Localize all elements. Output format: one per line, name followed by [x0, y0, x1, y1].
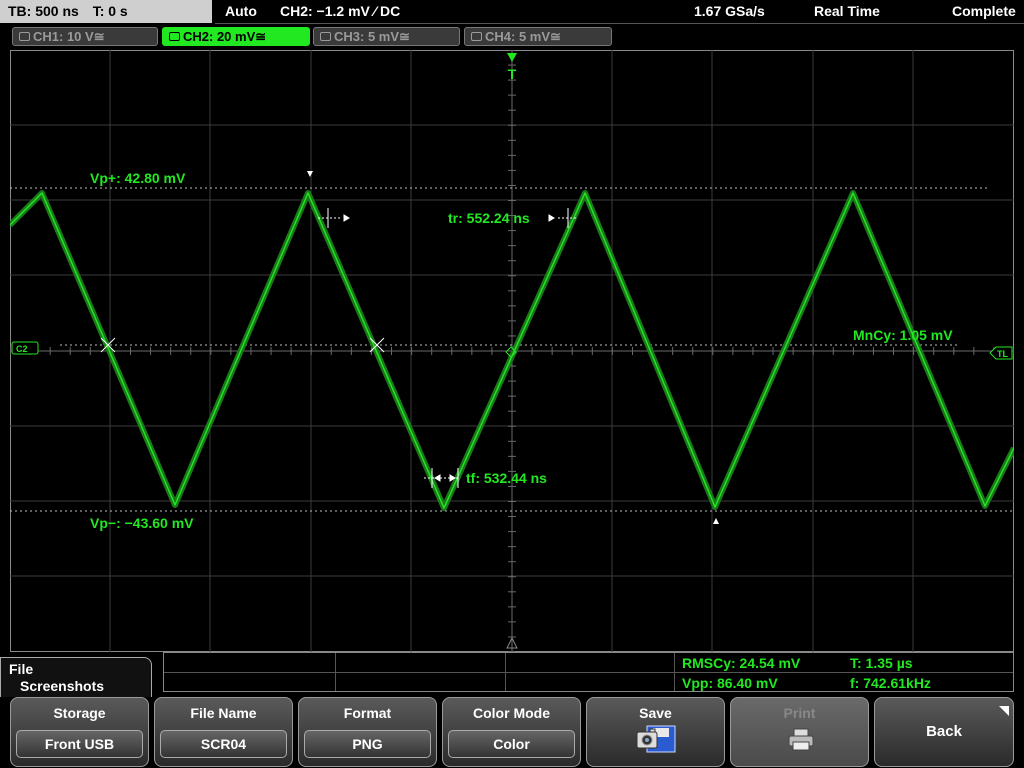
ch2-reference-marker[interactable]: C2 [11, 341, 39, 355]
vpp-value: Vpp: 86.40 mV [682, 675, 778, 691]
panel-divider [164, 672, 1013, 673]
corner-arrow-icon [999, 706, 1009, 716]
fall-time-label: tf: 532.44 ns [466, 470, 547, 486]
tab-ch3[interactable]: CH3: 5 mV≅ [313, 27, 460, 46]
menu-title-line2: Screenshots [20, 678, 105, 694]
tab-ch3-label: CH3: 5 mV≅ [334, 29, 410, 44]
rise-time-label: tr: 552.24 ns [448, 210, 530, 226]
print-label: Print [783, 705, 816, 721]
channel-indicator-icon [471, 32, 482, 42]
menu-title-line1: File [9, 661, 34, 677]
back-label: Back [926, 723, 962, 740]
color-mode-label: Color Mode [473, 705, 550, 721]
trigger-level-label: TL [997, 349, 1008, 359]
storage-softkey[interactable]: Storage Front USB [10, 697, 149, 767]
save-button[interactable]: Save [586, 697, 725, 767]
acquisition-state: Complete [952, 3, 1016, 19]
mean-cycle-label: MnCy: 1.05 mV [853, 327, 953, 343]
trigger-info[interactable]: CH2: −1.2 mV ⁄ DC [280, 3, 400, 19]
file-name-value[interactable]: SCR04 [160, 730, 287, 758]
measurement-panel: RMSCy: 24.54 mV T: 1.35 µs Vpp: 86.40 mV… [163, 652, 1014, 692]
status-bar: TB: 500 ns T: 0 s Auto CH2: −1.2 mV ⁄ DC… [0, 0, 1024, 24]
menu-title: File Screenshots [0, 657, 152, 697]
format-label: Format [343, 705, 392, 721]
acquisition-mode: Real Time [814, 3, 880, 19]
storage-value[interactable]: Front USB [16, 730, 143, 758]
tab-ch1-label: CH1: 10 V≅ [33, 29, 105, 44]
frequency-value: f: 742.61kHz [850, 675, 931, 691]
file-name-softkey[interactable]: File Name SCR04 [154, 697, 293, 767]
channel-indicator-icon [19, 32, 30, 42]
vp-minus-label: Vp−: −43.60 mV [90, 515, 194, 531]
timebase-value: TB: 500 ns [8, 3, 79, 19]
storage-label: Storage [53, 705, 106, 721]
format-value[interactable]: PNG [304, 730, 431, 758]
trigger-mode[interactable]: Auto [225, 3, 257, 19]
tab-ch4[interactable]: CH4: 5 mV≅ [464, 27, 612, 46]
color-mode-value[interactable]: Color [448, 730, 575, 758]
tab-ch1[interactable]: CH1: 10 V≅ [12, 27, 158, 46]
period-value: T: 1.35 µs [850, 655, 913, 671]
channel-indicator-icon [169, 32, 180, 42]
sample-rate: 1.67 GSa/s [694, 3, 765, 19]
acquisition-status: Auto CH2: −1.2 mV ⁄ DC 1.67 GSa/s Real T… [215, 0, 1024, 24]
trigger-position-label: T [508, 66, 517, 82]
vp-plus-label: Vp+: 42.80 mV [90, 170, 186, 186]
color-mode-softkey[interactable]: Color Mode Color [442, 697, 581, 767]
ch2-reference-label: C2 [16, 344, 28, 354]
print-button[interactable]: Print [730, 697, 869, 767]
timebase-box[interactable]: TB: 500 ns T: 0 s [0, 0, 212, 23]
save-label: Save [639, 705, 672, 721]
trigger-time-value: T: 0 s [92, 3, 128, 19]
channel-indicator-icon [320, 32, 331, 42]
waveform-display[interactable]: T Vp+: 42.80 mV Vp−: −43.60 mV tr: 552.2… [10, 50, 1014, 652]
save-disk-icon [636, 725, 676, 753]
tab-ch2-label: CH2: 20 mV≅ [183, 29, 267, 44]
back-button[interactable]: Back [874, 697, 1014, 767]
printer-icon [788, 728, 814, 751]
tab-ch4-label: CH4: 5 mV≅ [485, 29, 561, 44]
format-softkey[interactable]: Format PNG [298, 697, 437, 767]
file-name-label: File Name [190, 705, 257, 721]
tab-ch2[interactable]: CH2: 20 mV≅ [162, 27, 310, 46]
rms-cycle-value: RMSCy: 24.54 mV [682, 655, 801, 671]
